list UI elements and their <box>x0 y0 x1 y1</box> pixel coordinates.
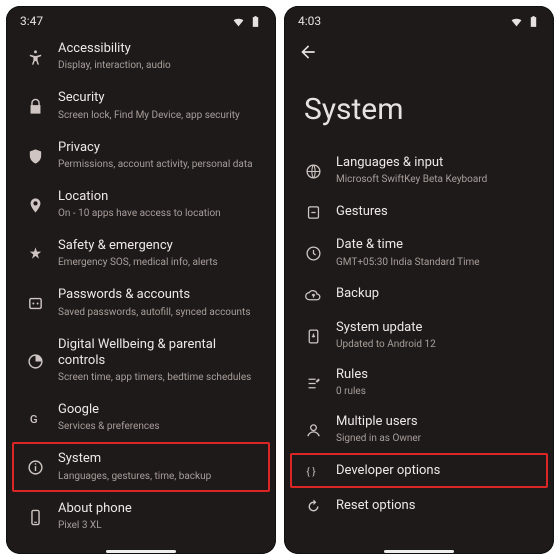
item-subtitle: Permissions, account activity, personal … <box>58 158 264 171</box>
nav-bar[interactable] <box>284 548 554 554</box>
settings-item-location[interactable]: Location On - 10 apps have access to loca… <box>12 180 270 229</box>
svg-text:{ }: { } <box>306 467 316 478</box>
backup-icon <box>305 287 322 304</box>
wellbeing-icon <box>27 353 44 370</box>
settings-item-google[interactable]: G Google Services & preferences <box>12 393 270 442</box>
svg-text:G: G <box>29 412 37 426</box>
system-list[interactable]: Languages & input Microsoft SwiftKey Beta… <box>284 147 554 548</box>
system-item-developer[interactable]: { } Developer options <box>290 453 548 488</box>
item-title: Languages & input <box>336 155 542 171</box>
item-subtitle: GMT+05:30 India Standard Time <box>336 256 542 269</box>
battery-icon <box>527 15 540 28</box>
status-icons <box>510 15 540 28</box>
page-title: System <box>298 88 540 143</box>
item-title: Multiple users <box>336 414 542 430</box>
item-title: About phone <box>58 501 264 517</box>
item-title: Developer options <box>336 463 542 479</box>
clock: 3:47 <box>20 14 43 28</box>
item-subtitle: Services & preferences <box>58 420 264 433</box>
item-subtitle: Pixel 3 XL <box>58 519 264 532</box>
wifi-icon <box>232 15 245 28</box>
settings-item-safety[interactable]: Safety & emergency Emergency SOS, medical… <box>12 229 270 278</box>
item-subtitle: Display, interaction, audio <box>58 59 264 72</box>
battery-icon <box>249 15 262 28</box>
item-title: Security <box>58 90 264 106</box>
key-icon <box>27 295 44 312</box>
item-title: Backup <box>336 286 542 302</box>
settings-item-passwords[interactable]: Passwords & accounts Saved passwords, aut… <box>12 278 270 327</box>
settings-item-tips[interactable]: ? Tips & supportHelp articles, phone & c… <box>12 541 270 548</box>
wifi-icon <box>510 15 523 28</box>
item-subtitle: Signed in as Owner <box>336 432 542 445</box>
system-item-datetime[interactable]: Date & time GMT+05:30 India Standard Time <box>290 229 548 276</box>
item-subtitle: On - 10 apps have access to location <box>58 207 264 220</box>
reset-icon <box>305 498 322 515</box>
status-bar: 3:47 <box>6 6 276 32</box>
settings-item-system[interactable]: System Languages, gestures, time, backup <box>12 442 270 491</box>
nav-bar[interactable] <box>6 548 276 554</box>
users-icon <box>305 422 322 439</box>
settings-item-wellbeing[interactable]: Digital Wellbeing & parental controlsScr… <box>12 328 270 394</box>
settings-item-accessibility[interactable]: Accessibility Display, interaction, audio <box>12 32 270 81</box>
settings-item-privacy[interactable]: Privacy Permissions, account activity, pe… <box>12 131 270 180</box>
system-item-reset[interactable]: Reset options <box>290 488 548 523</box>
clock-icon <box>305 245 322 262</box>
system-item-backup[interactable]: Backup <box>290 277 548 312</box>
item-subtitle: Languages, gestures, time, backup <box>58 470 264 483</box>
rules-icon <box>305 375 322 392</box>
clock: 4:03 <box>298 14 321 28</box>
system-item-update[interactable]: System update Updated to Android 12 <box>290 312 548 359</box>
item-subtitle: 0 rules <box>336 385 542 398</box>
settings-screen: 3:47 Accessibility Display, interaction, … <box>6 6 276 554</box>
item-subtitle: Screen lock, Find My Device, app securit… <box>58 109 264 122</box>
update-icon <box>305 328 322 345</box>
item-title: Location <box>58 189 264 205</box>
settings-item-about[interactable]: About phone Pixel 3 XL <box>12 492 270 541</box>
item-title: System update <box>336 320 542 336</box>
phone-icon <box>27 509 44 526</box>
google-icon: G <box>27 410 44 427</box>
accessibility-icon <box>27 49 44 66</box>
item-subtitle: Saved passwords, autofill, synced accoun… <box>58 306 264 319</box>
item-title: Date & time <box>336 237 542 253</box>
privacy-icon <box>27 148 44 165</box>
item-subtitle: Microsoft SwiftKey Beta Keyboard <box>336 173 542 186</box>
system-item-rules[interactable]: Rules 0 rules <box>290 359 548 406</box>
gestures-icon <box>305 204 322 221</box>
lock-icon <box>27 98 44 115</box>
status-bar: 4:03 <box>284 6 554 32</box>
item-title: Rules <box>336 367 542 383</box>
item-title: Gestures <box>336 204 542 220</box>
system-screen: 4:03 System Languages & input Microsoft S… <box>284 6 554 554</box>
item-title: Reset options <box>336 498 542 514</box>
location-icon <box>27 197 44 214</box>
globe-icon <box>305 163 322 180</box>
item-subtitle: Screen time, app timers, bedtime schedul… <box>58 371 264 384</box>
item-title: Accessibility <box>58 41 264 57</box>
settings-item-security[interactable]: Security Screen lock, Find My Device, app… <box>12 81 270 130</box>
item-title: Digital Wellbeing & parental controls <box>58 337 264 370</box>
item-title: Passwords & accounts <box>58 287 264 303</box>
info-icon <box>27 459 44 476</box>
code-icon: { } <box>305 463 322 480</box>
item-subtitle: Emergency SOS, medical info, alerts <box>58 256 264 269</box>
system-item-languages[interactable]: Languages & input Microsoft SwiftKey Beta… <box>290 147 548 194</box>
settings-list[interactable]: Accessibility Display, interaction, audio… <box>6 32 276 548</box>
arrow-back-icon <box>298 42 318 62</box>
system-item-gestures[interactable]: Gestures <box>290 194 548 229</box>
back-button[interactable] <box>298 42 318 62</box>
item-title: Privacy <box>58 140 264 156</box>
item-title: System <box>58 451 264 467</box>
status-icons <box>232 15 262 28</box>
system-item-multiuser[interactable]: Multiple users Signed in as Owner <box>290 406 548 453</box>
item-title: Google <box>58 402 264 418</box>
item-title: Safety & emergency <box>58 238 264 254</box>
emergency-icon <box>27 246 44 263</box>
item-subtitle: Updated to Android 12 <box>336 338 542 351</box>
